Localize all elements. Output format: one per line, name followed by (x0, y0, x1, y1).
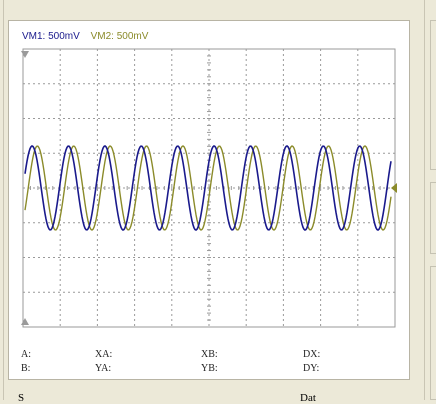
readout-dy: DY: (303, 363, 320, 374)
triangle-up-icon[interactable] (21, 318, 29, 325)
readout-xa: XA: (95, 349, 113, 360)
readout-dx: DX: (303, 349, 321, 360)
bottom-label-left: S (18, 392, 25, 404)
bottom-label-right: Dat (300, 392, 316, 404)
readout-yb: YB: (201, 363, 218, 374)
channel-legend: VM1: 500mV VM2: 500mV (22, 31, 156, 42)
triangle-down-icon[interactable] (21, 51, 29, 58)
readout-xb: XB: (201, 349, 218, 360)
side-panel-group-2 (430, 182, 436, 254)
ch2-legend-label: VM2: 500mV (90, 31, 149, 42)
scope-display[interactable] (19, 45, 399, 335)
ch1-legend-label: VM1: 500mV (22, 31, 80, 42)
side-panel-group-3 (430, 266, 436, 400)
ground-arrow-icon[interactable] (391, 183, 397, 193)
readout-ya: YA: (95, 363, 112, 374)
side-panel-group-1 (430, 20, 436, 170)
readout-a: A: (21, 349, 31, 360)
readout-b: B: (21, 363, 31, 374)
scope-grid (22, 48, 396, 328)
oscilloscope-panel: VM1: 500mV VM2: 500mV A: B: XA: YA: XB: … (8, 20, 410, 380)
